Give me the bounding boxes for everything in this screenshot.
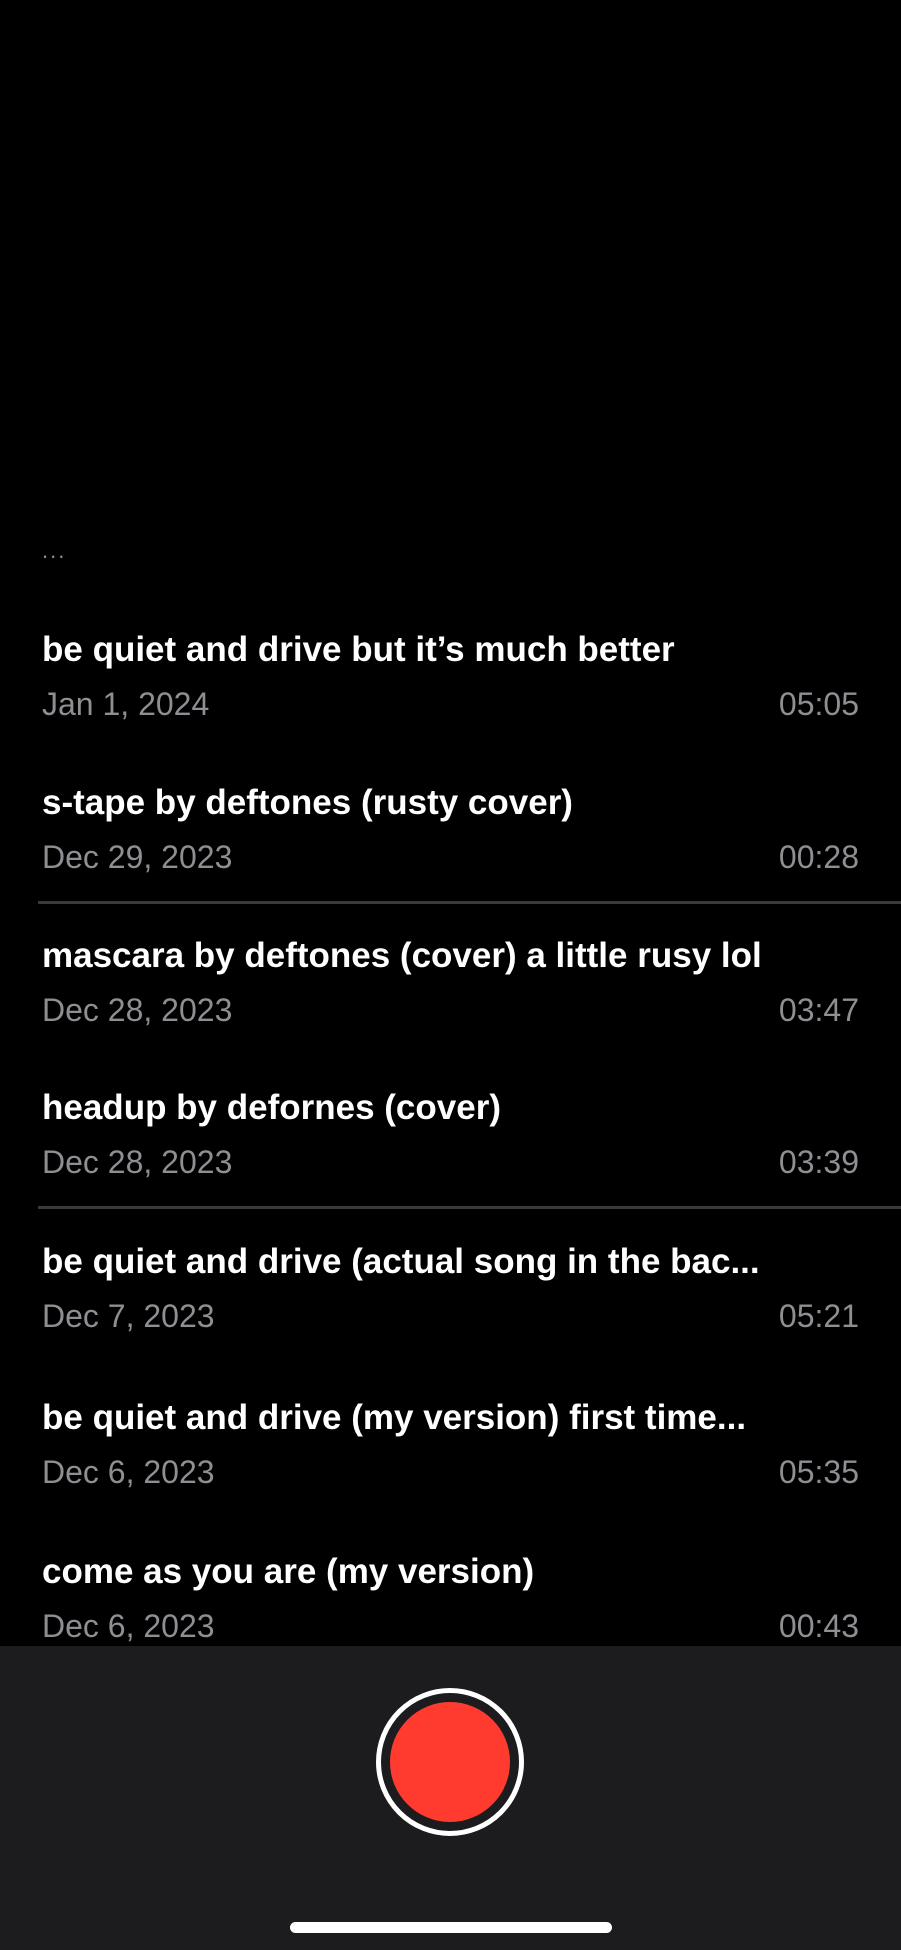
- recording-duration: 05:05: [778, 686, 859, 722]
- recording-date: Dec 29, 2023: [42, 839, 233, 875]
- recording-row[interactable]: be quiet and drive (actual song in the b…: [0, 1230, 901, 1383]
- recording-date: Dec 28, 2023: [42, 1144, 233, 1180]
- recording-title: be quiet and drive (actual song in the b…: [42, 1242, 760, 1281]
- recording-date: Dec 28, 2023: [42, 992, 233, 1028]
- row-divider: [38, 1206, 901, 1209]
- recording-duration: 00:43: [778, 1608, 859, 1644]
- recording-duration: 00:28: [778, 839, 859, 875]
- list-header-ellipsis: ...: [42, 538, 67, 563]
- recording-date: Dec 6, 2023: [42, 1454, 215, 1490]
- home-indicator[interactable]: [290, 1922, 612, 1933]
- recordings-list[interactable]: be quiet and drive but it’s much better …: [0, 618, 901, 1646]
- row-divider: [38, 901, 901, 904]
- recording-duration: 03:47: [778, 992, 859, 1028]
- recording-title: s-tape by deftones (rusty cover): [42, 783, 573, 822]
- recording-row[interactable]: be quiet and drive but it’s much better …: [0, 618, 901, 771]
- recording-row[interactable]: mascara by deftones (cover) a little rus…: [0, 924, 901, 1077]
- recording-title: come as you are (my version): [42, 1552, 535, 1591]
- recording-date: Dec 6, 2023: [42, 1608, 215, 1644]
- recording-duration: 05:35: [778, 1454, 859, 1490]
- recording-row[interactable]: come as you are (my version) Dec 6, 2023…: [0, 1540, 901, 1646]
- recording-title: headup by defornes (cover): [42, 1088, 501, 1127]
- recording-row[interactable]: be quiet and drive (my version) first ti…: [0, 1386, 901, 1539]
- recording-title: mascara by deftones (cover) a little rus…: [42, 936, 762, 975]
- recording-title: be quiet and drive but it’s much better: [42, 630, 675, 669]
- recording-duration: 03:39: [778, 1144, 859, 1180]
- recording-title: be quiet and drive (my version) first ti…: [42, 1398, 747, 1437]
- record-icon: [390, 1702, 510, 1822]
- voice-memos-screen: ... be quiet and drive but it’s much bet…: [0, 0, 901, 1950]
- record-button[interactable]: [376, 1688, 524, 1836]
- recording-duration: 05:21: [778, 1298, 859, 1334]
- recording-date: Jan 1, 2024: [42, 686, 210, 722]
- recording-date: Dec 7, 2023: [42, 1298, 215, 1334]
- bottom-toolbar: [0, 1646, 901, 1950]
